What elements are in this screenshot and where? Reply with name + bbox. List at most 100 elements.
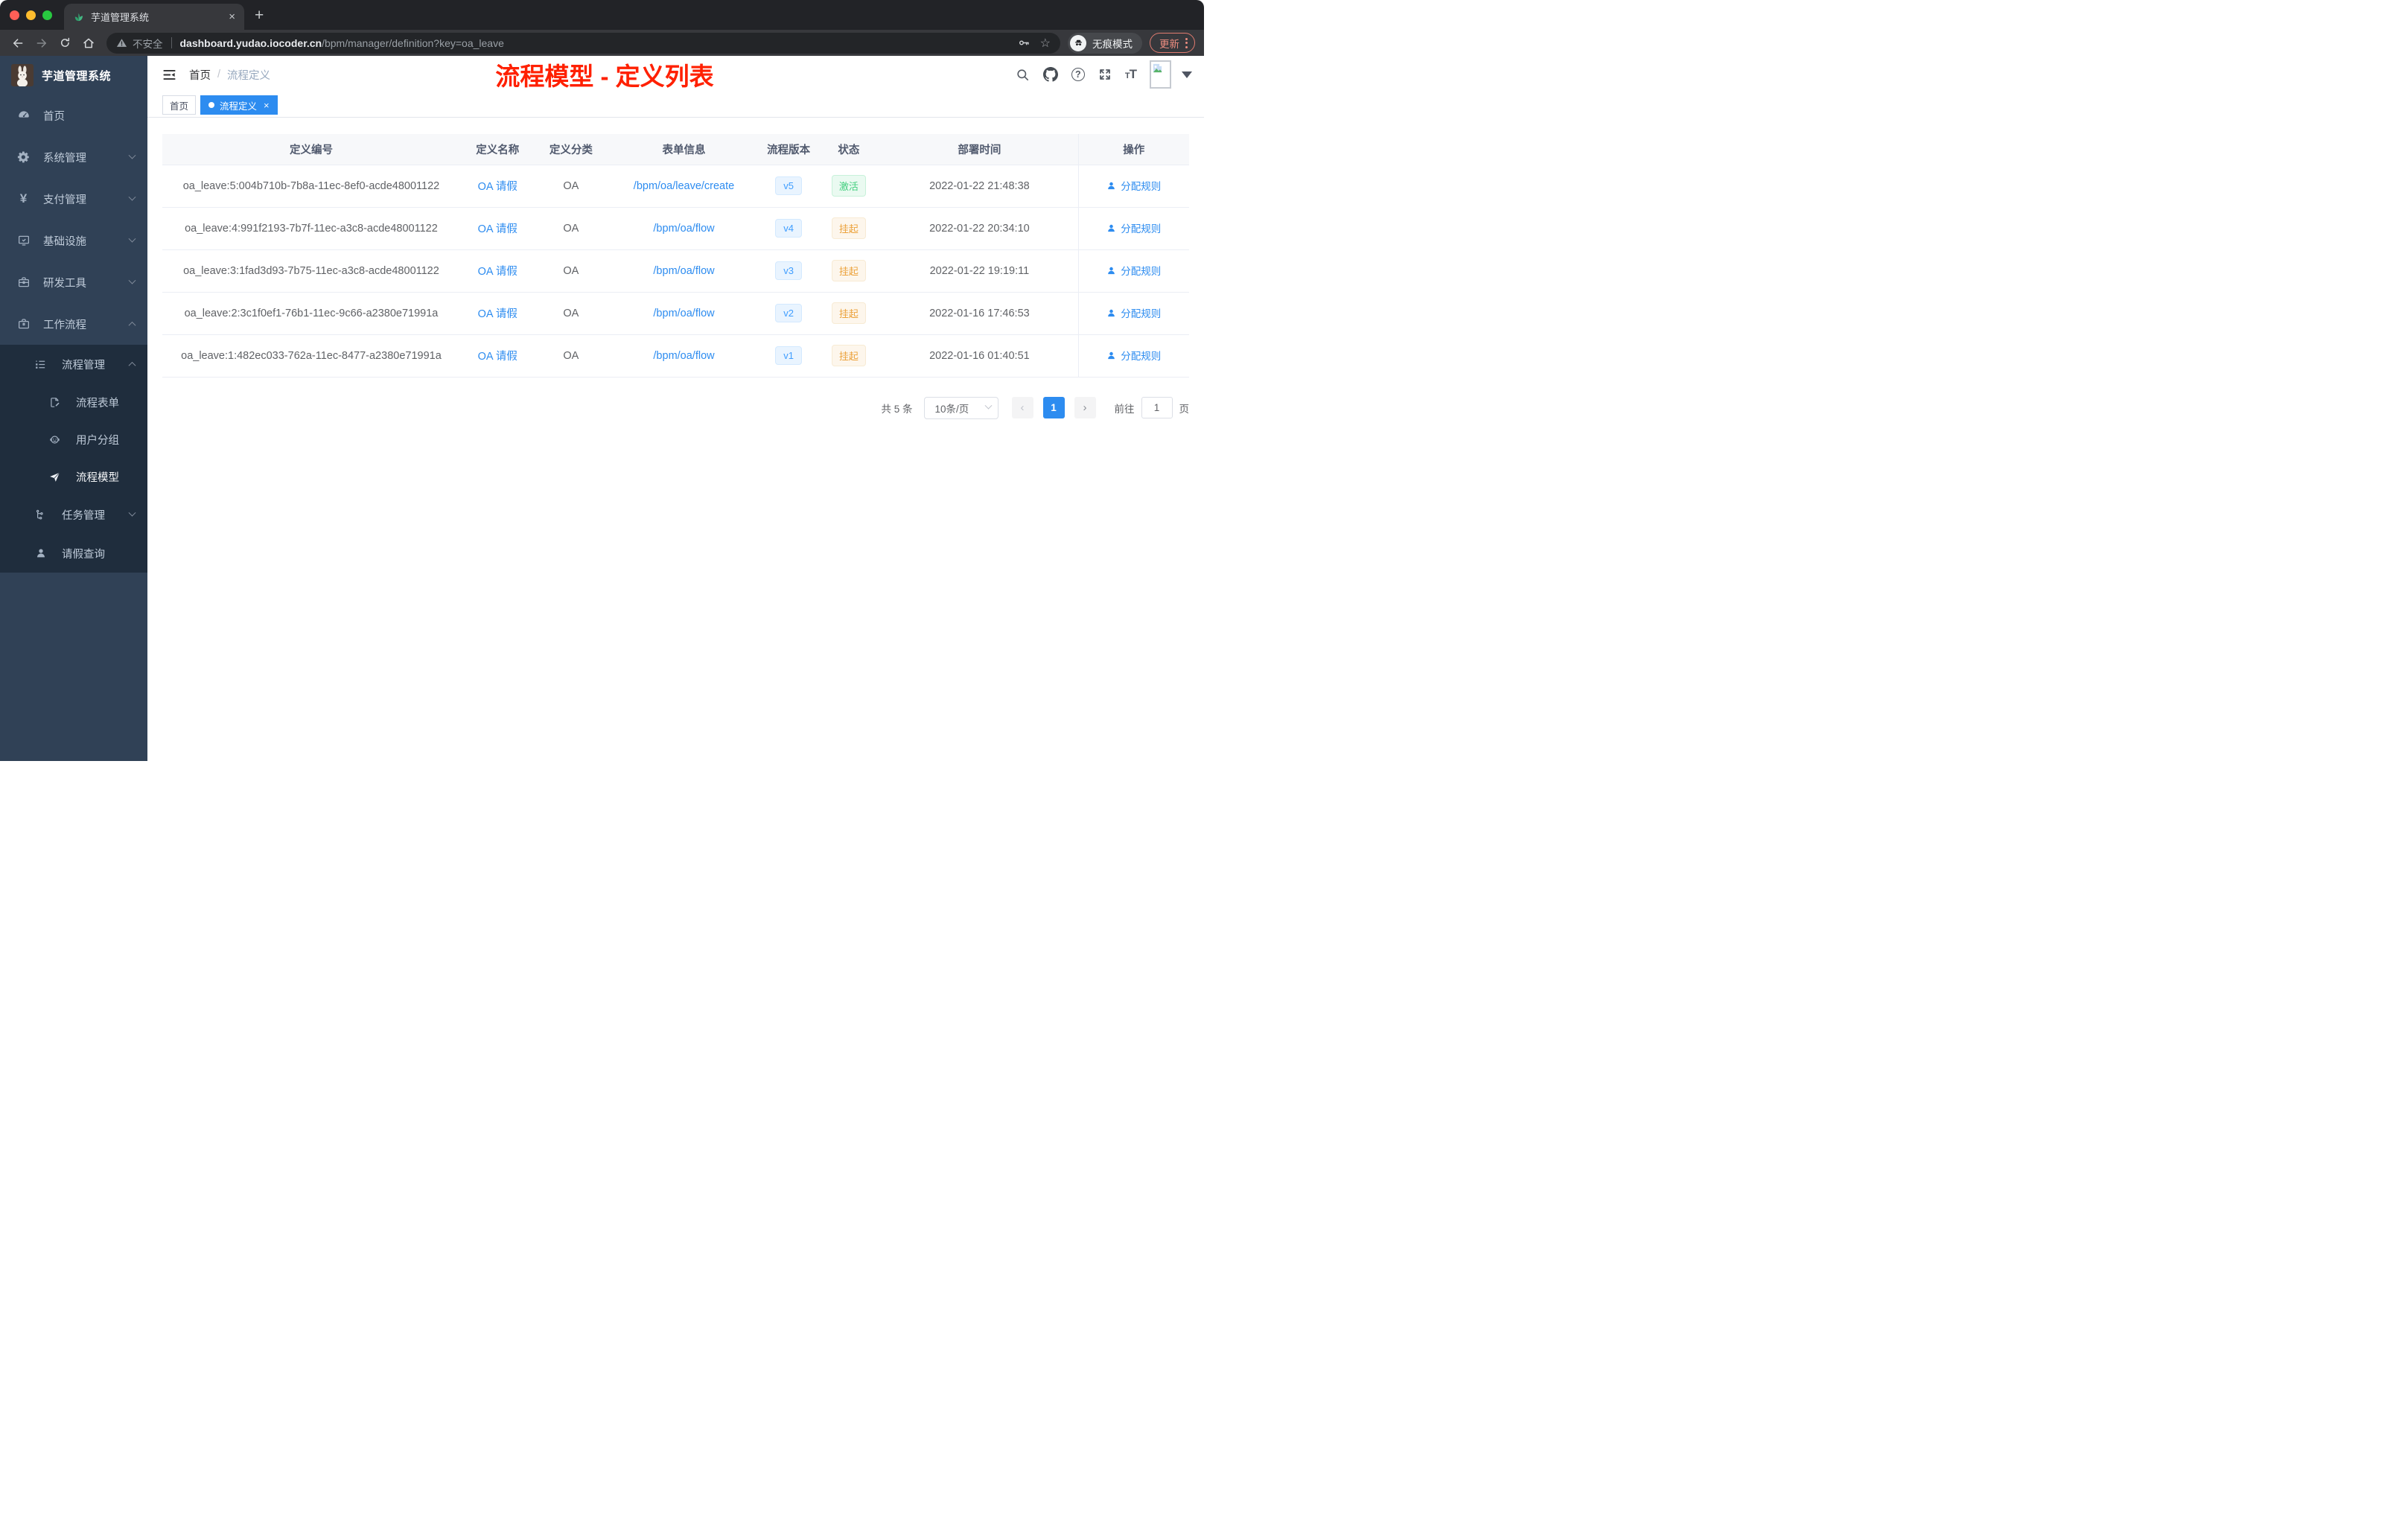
bookmark-star-icon[interactable]: ☆ [1040,36,1051,51]
reload-icon[interactable] [59,36,71,49]
sidebar-item-process-form[interactable]: 流程表单 [0,383,147,421]
breadcrumb-home[interactable]: 首页 [189,67,211,83]
sidebar-item-infra[interactable]: 基础设施 [0,220,147,261]
tab-close-icon[interactable]: × [229,10,235,23]
version-badge: v5 [775,176,803,195]
active-tag-dot [208,102,215,108]
tags-view-bar: 首页 流程定义 × [147,93,1204,118]
security-label[interactable]: 不安全 [133,36,163,51]
app-navbar: 首页 / 流程定义 流程模型 - 定义列表 ? TT [147,56,1204,93]
tag-close-icon[interactable]: × [264,100,270,111]
goto-page-input[interactable] [1141,397,1173,418]
assign-rule-button[interactable]: 分配规则 [1106,348,1161,363]
address-bar[interactable]: 不安全 dashboard.yudao.iocoder.cn/bpm/manag… [106,32,1060,54]
security-warning-icon[interactable] [116,37,127,48]
forward-icon[interactable] [35,36,48,50]
fullscreen-icon[interactable] [1098,68,1112,81]
assign-rule-label: 分配规则 [1121,308,1162,320]
definition-name-link[interactable]: OA 请假 [478,181,517,193]
version-badge: v2 [775,304,803,322]
font-size-icon[interactable]: TT [1125,67,1137,82]
definition-name-link[interactable]: OA 请假 [478,266,517,278]
deploy-time: 2022-01-22 19:19:11 [881,249,1079,293]
sidebar-item-devtools[interactable]: 研发工具 [0,261,147,303]
form-link[interactable]: /bpm/oa/flow [653,265,714,277]
app-logo-avatar [11,64,34,86]
sidebar-item-task-manage[interactable]: 任务管理 [0,495,147,534]
definition-name-link[interactable]: OA 请假 [478,308,517,320]
browser-update-button[interactable]: 更新 [1150,33,1195,53]
close-window-button[interactable] [10,10,19,20]
page-size-select[interactable]: 10条/页 [923,396,998,419]
assign-rule-button[interactable]: 分配规则 [1106,220,1161,235]
deploy-time: 2022-01-16 17:46:53 [881,292,1079,335]
form-link[interactable]: /bpm/oa/leave/create [634,180,734,192]
browser-menu-icon[interactable] [1185,37,1188,48]
assign-rule-button[interactable]: 分配规则 [1106,178,1161,193]
monitor-icon [16,234,31,247]
sidebar-collapse-icon[interactable] [162,68,176,82]
address-divider [171,37,172,48]
definition-name-link[interactable]: OA 请假 [478,223,517,235]
sidebar-item-process-manage[interactable]: 流程管理 [0,345,147,383]
sidebar-item-workflow[interactable]: 工作流程 [0,303,147,345]
sidebar-item-label: 系统管理 [43,152,86,165]
sidebar-item-label: 用户分组 [76,434,119,447]
form-link[interactable]: /bpm/oa/flow [653,223,714,235]
page-size-value: 10条/页 [934,403,969,415]
definition-category: OA [535,165,608,208]
zoom-window-button[interactable] [42,10,52,20]
back-icon[interactable] [11,36,25,50]
sidebar-item-leave-query[interactable]: 请假查询 [0,534,147,573]
briefcase-icon [16,317,31,331]
avatar-caret-icon[interactable] [1182,71,1192,78]
definition-id: oa_leave:4:991f2193-7b7f-11ec-a3c8-acde4… [162,207,460,250]
window-controls[interactable] [10,10,52,20]
toolbox-icon [16,276,31,289]
current-page-button[interactable]: 1 [1042,397,1065,418]
status-badge: 激活 [831,175,866,197]
robot-icon [48,433,62,446]
tree-list-icon [34,358,48,371]
chevron-down-icon [128,151,136,159]
next-page-button[interactable]: › [1074,397,1096,418]
app-logo-row[interactable]: 芋道管理系统 [0,56,147,95]
status-badge: 挂起 [831,217,866,239]
help-icon[interactable]: ? [1071,68,1085,81]
assign-rule-button[interactable]: 分配规则 [1106,263,1161,278]
browser-tab[interactable]: 芋道管理系统 × [64,4,244,30]
definition-name-link[interactable]: OA 请假 [478,351,517,363]
workflow-submenu: 流程管理 流程表单 用户分组 流程模型 任务管理 请假查询 [0,345,147,573]
app-title: 芋道管理系统 [42,69,112,83]
sidebar: 芋道管理系统 首页 系统管理 ¥ 支付管理 基础设施 研发工具 工作流程 流程管… [0,56,147,761]
assign-rule-label: 分配规则 [1121,181,1162,193]
key-icon[interactable] [1018,36,1031,49]
sidebar-item-process-model[interactable]: 流程模型 [0,458,147,495]
github-icon[interactable] [1042,67,1058,82]
home-icon[interactable] [82,36,95,50]
update-label[interactable]: 更新 [1159,36,1179,51]
new-tab-button[interactable]: + [255,7,264,25]
form-link[interactable]: /bpm/oa/flow [653,308,714,319]
avatar[interactable] [1150,60,1171,89]
sidebar-item-label: 任务管理 [62,509,105,522]
sidebar-item-system[interactable]: 系统管理 [0,136,147,178]
tag-home[interactable]: 首页 [162,95,197,115]
definition-category: OA [535,292,608,335]
search-icon[interactable] [1016,68,1030,82]
sidebar-item-payment[interactable]: ¥ 支付管理 [0,178,147,220]
assign-rule-button[interactable]: 分配规则 [1106,305,1161,320]
sidebar-item-home[interactable]: 首页 [0,95,147,136]
favicon-plant-icon [73,11,84,22]
tag-process-definition[interactable]: 流程定义 × [200,95,278,115]
minimize-window-button[interactable] [26,10,36,20]
chevron-down-icon [984,401,992,410]
url-path: /bpm/manager/definition?key=oa_leave [322,36,504,49]
form-link[interactable]: /bpm/oa/flow [653,350,714,362]
pagination-total: 共 5 条 [881,403,913,415]
status-badge: 挂起 [831,345,866,366]
chevron-down-icon [128,509,136,517]
sidebar-item-user-group[interactable]: 用户分组 [0,421,147,458]
prev-page-button[interactable]: ‹ [1011,397,1033,418]
sidebar-item-label: 流程模型 [76,471,119,484]
